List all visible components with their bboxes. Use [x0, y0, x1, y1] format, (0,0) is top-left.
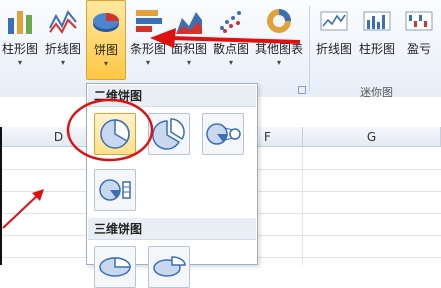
sparkline-winloss-button[interactable]: 盈亏	[398, 0, 440, 80]
area-chart-label: 面积图	[170, 42, 207, 56]
dialog-launcher-icon[interactable]	[298, 86, 306, 94]
pie-of-pie-icon	[206, 123, 241, 145]
scatter-chart-icon	[220, 11, 241, 33]
pie-chart-dropdown: 二维饼图 三维饼图	[86, 83, 258, 288]
group-separator	[309, 6, 310, 92]
chevron-down-icon: ▾	[17, 58, 22, 67]
line-chart-button[interactable]: 折线图 ▾	[42, 0, 84, 80]
sparkline-line-label: 折线图	[315, 42, 352, 56]
chevron-down-icon: ▾	[145, 58, 150, 67]
pie-chart-icon	[93, 13, 119, 32]
other-charts-label: 其他图表	[254, 42, 303, 56]
column-chart-button[interactable]: 柱形图 ▾	[0, 0, 40, 80]
selected-cell-border	[0, 127, 2, 265]
column-header-g[interactable]: G	[303, 127, 441, 147]
column-header-f[interactable]: F	[258, 127, 303, 147]
bar-chart-button[interactable]: 条形图 ▾	[128, 0, 168, 80]
chevron-down-icon: ▾	[186, 58, 191, 67]
column-chart-label: 柱形图	[1, 42, 38, 56]
column-chart-icon	[8, 11, 32, 34]
exploded-pie-icon	[152, 118, 185, 150]
area-chart-button[interactable]: 面积图 ▾	[170, 0, 208, 80]
sparkline-column-icon	[363, 11, 391, 31]
pie-of-pie-option-button[interactable]	[202, 113, 244, 155]
bar-chart-label: 条形图	[129, 42, 166, 56]
sparkline-winloss-icon	[405, 11, 433, 31]
bar-of-pie-option-button[interactable]	[94, 169, 136, 211]
sparkline-column-label: 柱形图	[358, 42, 395, 56]
bar-of-pie-icon	[99, 179, 131, 201]
scatter-chart-label: 散点图	[212, 42, 249, 56]
line-chart-icon	[49, 10, 77, 34]
chevron-down-icon: ▾	[103, 59, 108, 68]
scatter-chart-button[interactable]: 散点图 ▾	[210, 0, 252, 80]
sparkline-line-button[interactable]: 折线图	[312, 0, 356, 80]
area-chart-icon	[176, 12, 202, 34]
gridline	[302, 147, 303, 265]
sparkline-winloss-label: 盈亏	[406, 42, 431, 56]
chevron-down-icon: ▾	[60, 58, 65, 67]
pie-chart-button[interactable]: 饼图 ▾	[86, 0, 126, 80]
sparkline-line-icon	[320, 11, 348, 31]
bar-chart-icon	[136, 10, 162, 32]
3d-pie-option-button[interactable]	[94, 246, 136, 288]
chevron-down-icon: ▾	[228, 58, 233, 67]
other-charts-button[interactable]: 其他图表 ▾	[254, 0, 304, 80]
line-chart-label: 折线图	[44, 42, 81, 56]
exploded-3d-pie-icon	[153, 256, 186, 277]
other-charts-icon	[267, 9, 291, 33]
exploded-3d-pie-option-button[interactable]	[148, 246, 190, 288]
chevron-down-icon: ▾	[276, 58, 281, 67]
section-2d-pie-title: 二维饼图	[88, 85, 256, 107]
pie-chart-label: 饼图	[93, 43, 118, 57]
pie-option-button[interactable]	[94, 113, 136, 155]
pie-icon	[100, 119, 130, 149]
sparkline-column-button[interactable]: 柱形图	[356, 0, 398, 80]
3d-pie-icon	[99, 257, 131, 277]
section-3d-pie-title: 三维饼图	[88, 218, 256, 240]
exploded-pie-option-button[interactable]	[148, 113, 190, 155]
